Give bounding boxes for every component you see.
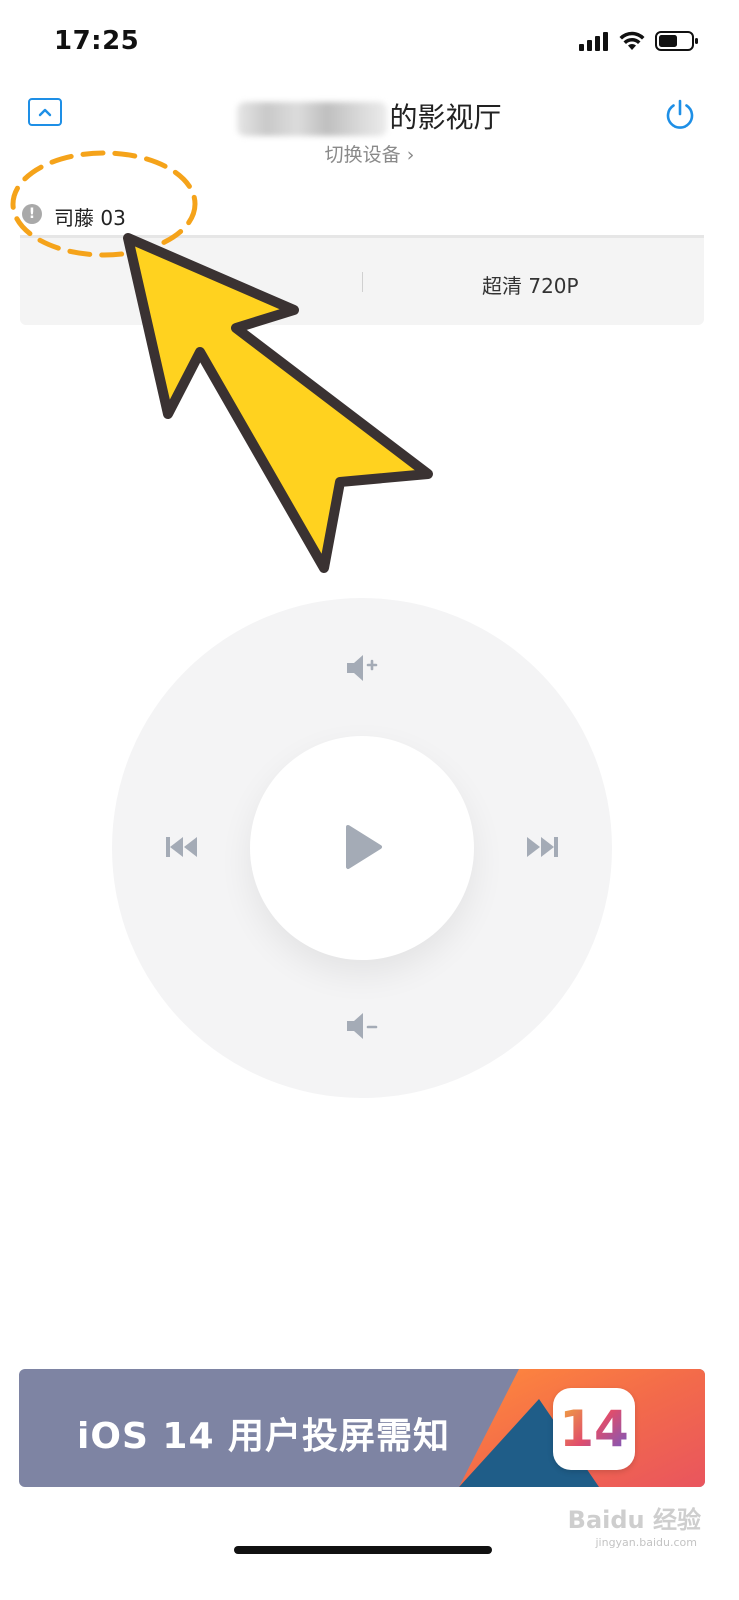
status-icons (579, 30, 699, 52)
chevron-right-icon: › (406, 144, 415, 166)
power-button[interactable] (663, 98, 697, 132)
quality-selector[interactable]: 超清 720P (482, 270, 579, 299)
ios14-logo-icon: 14 (553, 1388, 635, 1470)
play-button[interactable] (250, 736, 474, 960)
next-button[interactable] (522, 827, 562, 867)
page-title-suffix: 的影视厅 (389, 101, 502, 134)
volume-up-button[interactable] (342, 648, 382, 688)
previous-track-icon (166, 837, 197, 857)
baidu-watermark: Baidu 经验 (567, 1506, 701, 1534)
page-title: 的影视厅 (0, 96, 739, 136)
status-time: 17:25 (54, 26, 140, 56)
ios14-banner[interactable]: iOS 14 用户投屏需知 14 (19, 1369, 705, 1487)
watermark-url: jingyan.baidu.com (595, 1536, 697, 1549)
banner-text: iOS 14 用户投屏需知 (77, 1416, 451, 1457)
battery-icon (655, 31, 698, 51)
cellular-signal-icon (579, 32, 608, 51)
volume-down-button[interactable] (342, 1006, 382, 1046)
play-icon (346, 825, 382, 869)
previous-button[interactable] (162, 827, 202, 867)
blurred-owner-name (237, 102, 388, 136)
wifi-icon (619, 31, 645, 50)
annotation-arrow-icon (123, 233, 433, 573)
volume-down-icon (347, 1013, 378, 1039)
badge-number: 14 (559, 1400, 629, 1458)
switch-device-label: 切换设备 (324, 144, 401, 166)
home-indicator[interactable] (234, 1546, 492, 1554)
next-track-icon (527, 837, 558, 857)
volume-up-icon (347, 655, 378, 681)
